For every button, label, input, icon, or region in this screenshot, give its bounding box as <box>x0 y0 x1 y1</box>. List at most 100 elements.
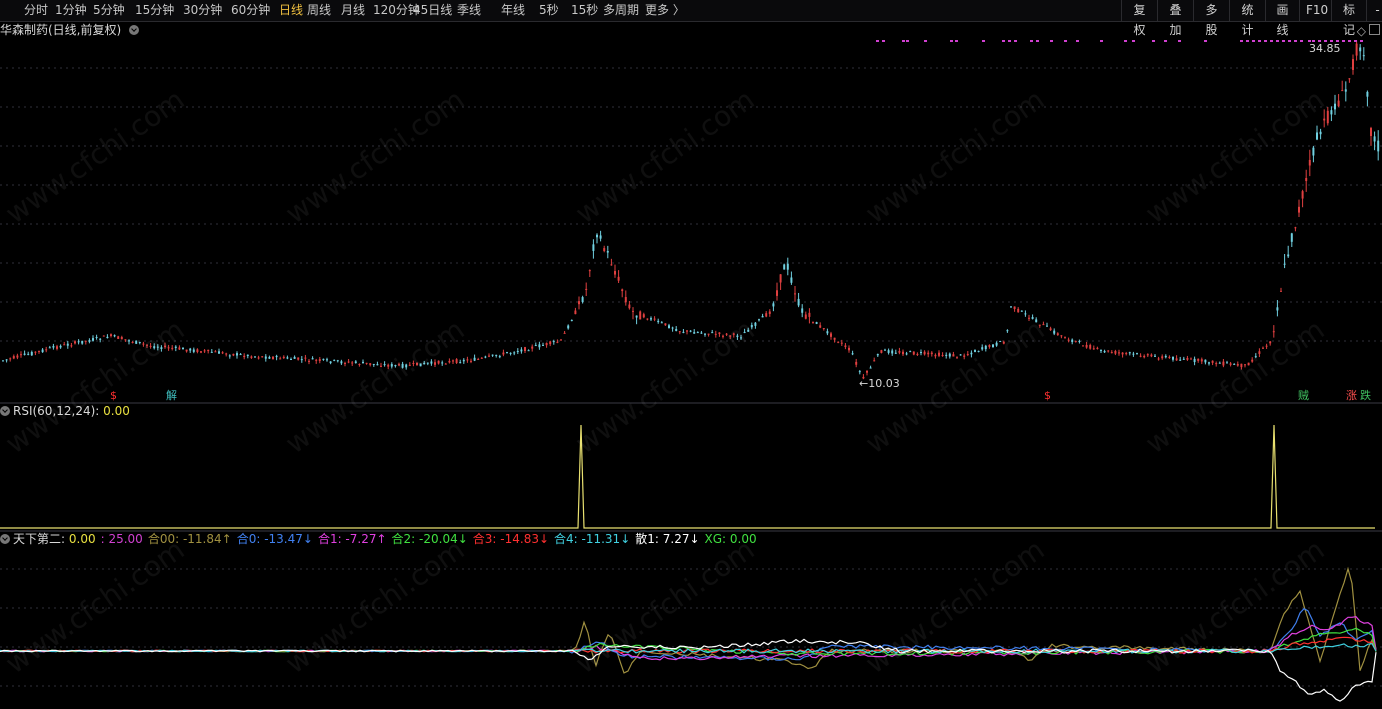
toolbar-button-4[interactable]: 画线 <box>1265 0 1299 37</box>
signal-dot <box>1240 40 1243 42</box>
candlestick <box>1103 351 1106 353</box>
candlestick <box>570 320 573 322</box>
chevron-down-icon[interactable] <box>0 406 10 416</box>
candlestick <box>509 352 512 354</box>
candlestick <box>700 332 703 334</box>
period-tab-1[interactable]: 1分钟 <box>55 2 87 18</box>
candlestick <box>66 343 69 346</box>
candlestick <box>214 351 217 353</box>
candlestick <box>1132 353 1135 355</box>
chevron-down-icon[interactable] <box>0 534 10 544</box>
period-tab-0[interactable]: 分时 <box>24 2 48 18</box>
period-tab-3[interactable]: 15分钟 <box>135 2 174 18</box>
period-toolbar: 分时 1分钟 5分钟 15分钟 30分钟 60分钟 日线 周线 月线 120分钟 45日线 季线 年线 5… <box>0 0 1382 37</box>
candlestick <box>63 344 66 346</box>
period-tab-5[interactable]: 60分钟 <box>231 2 270 18</box>
candlestick <box>322 358 325 360</box>
candlestick <box>1226 362 1228 364</box>
candlestick <box>876 354 879 356</box>
tianxia-title: 天下第二 <box>13 532 62 546</box>
candlestick <box>182 348 184 350</box>
toolbar-button-3[interactable]: 统计 <box>1229 0 1265 37</box>
candlestick <box>783 264 786 270</box>
period-tab-2[interactable]: 5分钟 <box>93 2 125 18</box>
candlestick <box>369 363 372 365</box>
period-tab-4[interactable]: 30分钟 <box>183 2 222 18</box>
chevron-down-icon[interactable] <box>129 25 140 35</box>
candlestick <box>282 356 285 359</box>
candlestick <box>2 360 4 362</box>
candlestick <box>120 337 123 340</box>
candlestick <box>909 351 912 353</box>
candlestick <box>1208 362 1210 364</box>
period-tab-15[interactable]: 多周期 <box>603 2 639 18</box>
candlestick <box>185 349 188 352</box>
candlestick <box>318 359 321 361</box>
toolbar-button-6[interactable]: 标记 <box>1331 0 1366 37</box>
indicator-value-4: 合1: -7.27↑ <box>317 532 387 546</box>
period-tab-10[interactable]: 45日线 <box>413 2 452 18</box>
candlestick <box>365 362 368 364</box>
candlestick <box>635 315 638 318</box>
period-tab-8[interactable]: 月线 <box>341 2 365 18</box>
toolbar-button-7[interactable]: -目 <box>1366 0 1382 21</box>
diamond-icon[interactable]: ◇ <box>1357 24 1366 38</box>
candlestick <box>495 354 498 356</box>
candlestick <box>275 355 278 358</box>
signal-dot <box>924 40 927 42</box>
candlestick <box>588 270 591 272</box>
period-tab-6[interactable]: 日线 <box>279 2 303 18</box>
candlestick <box>596 234 598 238</box>
candlestick <box>801 308 804 313</box>
signal-dot <box>1252 40 1255 42</box>
toolbar-button-0[interactable]: 复权 <box>1121 0 1157 37</box>
candlestick <box>470 360 472 362</box>
signal-dot <box>1178 40 1181 42</box>
candlestick <box>1107 350 1110 352</box>
candlestick <box>1046 325 1048 327</box>
candlestick <box>326 359 328 361</box>
candlestick <box>113 335 116 337</box>
candlestick <box>308 360 310 362</box>
candlestick <box>279 358 282 360</box>
toolbar-button-2[interactable]: 多股 <box>1193 0 1229 37</box>
candlestick <box>1168 356 1171 358</box>
candlestick <box>257 357 260 359</box>
candlestick <box>833 337 836 340</box>
candlestick <box>844 345 847 348</box>
candlestick <box>1211 360 1214 363</box>
candlestick <box>106 336 109 339</box>
period-tab-11[interactable]: 季线 <box>457 2 481 18</box>
candlestick <box>671 327 674 329</box>
indicator-value-7: 合4: -11.31↓ <box>554 532 631 546</box>
maximize-icon[interactable] <box>1369 24 1380 35</box>
period-tab-12[interactable]: 年线 <box>501 2 525 18</box>
candlestick <box>38 350 40 352</box>
candlestick <box>1373 136 1376 142</box>
candlestick <box>1334 103 1336 110</box>
candlestick <box>290 359 292 361</box>
candlestick <box>74 341 76 344</box>
high-price-label: 34.85 <box>1309 42 1341 55</box>
period-tab-13[interactable]: 5秒 <box>539 2 559 18</box>
candlestick <box>340 361 343 364</box>
period-tab-7[interactable]: 周线 <box>307 2 331 18</box>
candlestick <box>819 325 822 328</box>
signal-marker: 跌 <box>1360 389 1371 402</box>
period-tab-14[interactable]: 15秒 <box>571 2 598 18</box>
candlestick <box>99 338 102 340</box>
signal-dot <box>950 40 953 42</box>
toolbar-button-5[interactable]: F10 <box>1299 0 1331 21</box>
signal-dot <box>1294 40 1297 42</box>
candlestick <box>1139 355 1142 357</box>
candlestick <box>938 352 940 356</box>
candlestick <box>606 251 609 253</box>
candlestick <box>696 332 699 334</box>
rsi-value: 0.00 <box>103 404 130 418</box>
signal-dot <box>1008 40 1011 42</box>
candlestick <box>966 354 969 356</box>
candlestick <box>599 235 602 239</box>
period-tab-16[interactable]: 更多 〉 <box>645 2 685 18</box>
toolbar-button-1[interactable]: 叠加 <box>1157 0 1193 37</box>
candlestick <box>891 350 894 354</box>
